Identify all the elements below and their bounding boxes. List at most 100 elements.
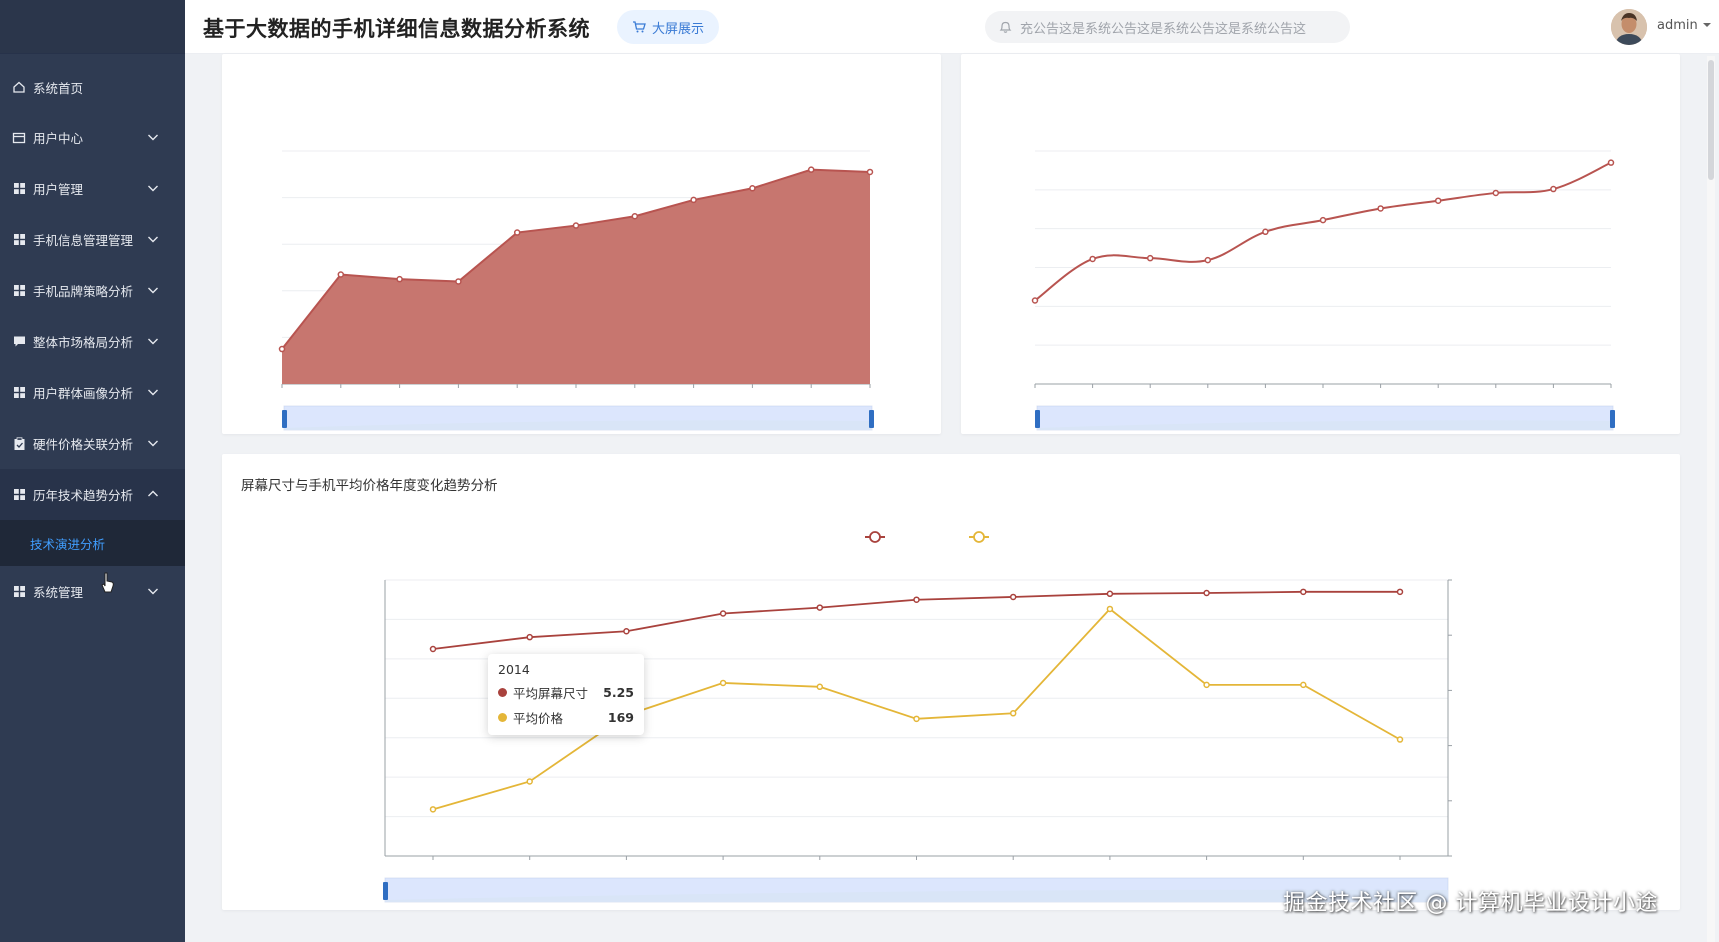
ram-chart-panel bbox=[222, 54, 941, 434]
cart-icon bbox=[633, 21, 646, 33]
sidebar-item-label: 手机信息管理管理 bbox=[33, 233, 134, 248]
data-point bbox=[526, 633, 533, 641]
data-point bbox=[913, 715, 920, 723]
chart-title: 屏幕尺寸与手机平均价格年度变化趋势分析 bbox=[241, 478, 498, 494]
data-point bbox=[1492, 189, 1500, 197]
data-point bbox=[1300, 681, 1307, 689]
data-point bbox=[1377, 205, 1384, 212]
data-point bbox=[913, 596, 920, 603]
data-point bbox=[1203, 681, 1210, 689]
data-point bbox=[526, 778, 533, 785]
chevron-down-icon[interactable] bbox=[147, 386, 159, 398]
datazoom-handle-left bbox=[282, 410, 287, 428]
tooltip-row: 平均屏幕尺寸 5.25 bbox=[498, 683, 634, 702]
sidebar-item[interactable]: 用户群体画像分析 bbox=[0, 367, 185, 418]
datazoom-handle-left bbox=[1035, 410, 1040, 428]
clipboard-icon bbox=[12, 436, 26, 451]
grid-icon bbox=[12, 182, 26, 196]
tooltip-value: 169 bbox=[607, 710, 634, 725]
sidebar-item[interactable]: 系统首页 bbox=[0, 54, 185, 112]
data-point bbox=[1009, 593, 1017, 601]
chart-tooltip: 2014 平均屏幕尺寸 5.25 平均价格 169 bbox=[488, 654, 644, 735]
sidebar-item[interactable]: 系统管理 bbox=[0, 566, 185, 617]
screen-price-line-chart bbox=[383, 531, 1452, 903]
sidebar-item-label: 整体市场格局分析 bbox=[33, 335, 134, 350]
data-point bbox=[513, 229, 521, 236]
chevron-down-icon[interactable] bbox=[147, 284, 159, 296]
tooltip-category: 2014 bbox=[498, 662, 530, 677]
data-point bbox=[816, 683, 824, 691]
tooltip-row: 平均价格 169 bbox=[498, 708, 634, 727]
sidebar-item[interactable]: 手机品牌策略分析 bbox=[0, 265, 185, 316]
sidebar-item-label: 系统管理 bbox=[33, 585, 84, 600]
data-point bbox=[1550, 185, 1557, 193]
bell-icon bbox=[999, 21, 1012, 33]
sidebar-item[interactable]: 手机信息管理管理 bbox=[0, 214, 185, 265]
submenu-item-tech-evolution[interactable]: 技术演进分析 bbox=[0, 520, 185, 566]
tooltip-dot bbox=[498, 688, 507, 697]
sidebar-item-label: 历年技术趋势分析 bbox=[33, 488, 134, 503]
data-point bbox=[1300, 588, 1307, 596]
sidebar-item-label: 手机品牌策略分析 bbox=[33, 284, 134, 299]
sidebar-logo-area bbox=[0, 0, 185, 54]
big-screen-button[interactable]: 大屏展示 bbox=[617, 10, 720, 44]
legend-marker bbox=[869, 531, 881, 543]
data-point bbox=[337, 271, 345, 278]
tooltip-series-name: 平均屏幕尺寸 bbox=[513, 686, 589, 701]
sidebar-item-label: 系统首页 bbox=[33, 80, 84, 96]
chevron-down-icon[interactable] bbox=[147, 335, 159, 347]
caret-down-icon[interactable] bbox=[1702, 20, 1712, 30]
data-point bbox=[807, 166, 815, 173]
data-point bbox=[1434, 197, 1442, 204]
data-point bbox=[1203, 589, 1210, 597]
data-point bbox=[719, 610, 727, 617]
datazoom-handle-left bbox=[383, 882, 388, 900]
data-point bbox=[396, 275, 403, 283]
sidebar-item[interactable]: 历年技术趋势分析 bbox=[0, 469, 185, 520]
chevron-down-icon[interactable] bbox=[147, 585, 159, 597]
data-point bbox=[690, 196, 697, 204]
chevron-up-icon[interactable] bbox=[147, 488, 159, 500]
chevron-down-icon[interactable] bbox=[147, 437, 159, 449]
sidebar-item[interactable]: 用户中心 bbox=[0, 112, 185, 163]
grid-icon bbox=[12, 284, 26, 298]
avatar[interactable] bbox=[1611, 9, 1647, 45]
battery-line-chart bbox=[1031, 150, 1615, 431]
data-point bbox=[1396, 588, 1404, 596]
data-point bbox=[1009, 710, 1017, 717]
data-point bbox=[749, 185, 756, 192]
legend-marker bbox=[973, 531, 985, 543]
data-point bbox=[455, 278, 462, 285]
datazoom-handle-right bbox=[1610, 410, 1615, 428]
top-header: 基于大数据的手机详细信息数据分析系统 大屏展示 充公告这是系统公告这是系统公告这… bbox=[185, 0, 1719, 54]
tooltip-dot bbox=[498, 713, 507, 722]
sidebar-item[interactable]: 整体市场格局分析 bbox=[0, 316, 185, 367]
data-point bbox=[866, 168, 874, 176]
sidebar-item[interactable]: 硬件价格关联分析 bbox=[0, 418, 185, 469]
chevron-down-icon[interactable] bbox=[147, 182, 159, 194]
data-point bbox=[429, 806, 437, 813]
chat-icon bbox=[12, 335, 26, 349]
sidebar-item-label: 用户中心 bbox=[33, 131, 84, 146]
app-title: 基于大数据的手机详细信息数据分析系统 bbox=[203, 17, 590, 41]
datazoom-handle-right bbox=[869, 410, 874, 428]
card-icon bbox=[12, 131, 26, 145]
username[interactable]: admin bbox=[1657, 18, 1698, 33]
sidebar-menu: 系统首页用户中心用户管理手机信息管理管理 手机品牌策略分析 整体市场格局分析用户群体… bbox=[0, 54, 185, 617]
home-icon bbox=[12, 80, 26, 94]
page-scrollbar-track[interactable] bbox=[1707, 56, 1715, 942]
chevron-down-icon[interactable] bbox=[147, 131, 159, 143]
sidebar-item[interactable]: 用户管理 bbox=[0, 163, 185, 214]
big-screen-label: 大屏展示 bbox=[652, 21, 705, 37]
data-point bbox=[572, 222, 580, 229]
data-point bbox=[623, 628, 630, 635]
tooltip-series-name: 平均价格 bbox=[513, 711, 564, 726]
data-point bbox=[1262, 228, 1269, 236]
data-point bbox=[631, 212, 639, 220]
sidebar-item-label: 硬件价格关联分析 bbox=[33, 437, 134, 452]
chevron-down-icon[interactable] bbox=[147, 233, 159, 245]
data-point bbox=[719, 679, 727, 687]
data-point bbox=[1106, 590, 1114, 598]
data-point bbox=[1089, 255, 1096, 263]
page-scrollbar-thumb[interactable] bbox=[1708, 60, 1714, 180]
